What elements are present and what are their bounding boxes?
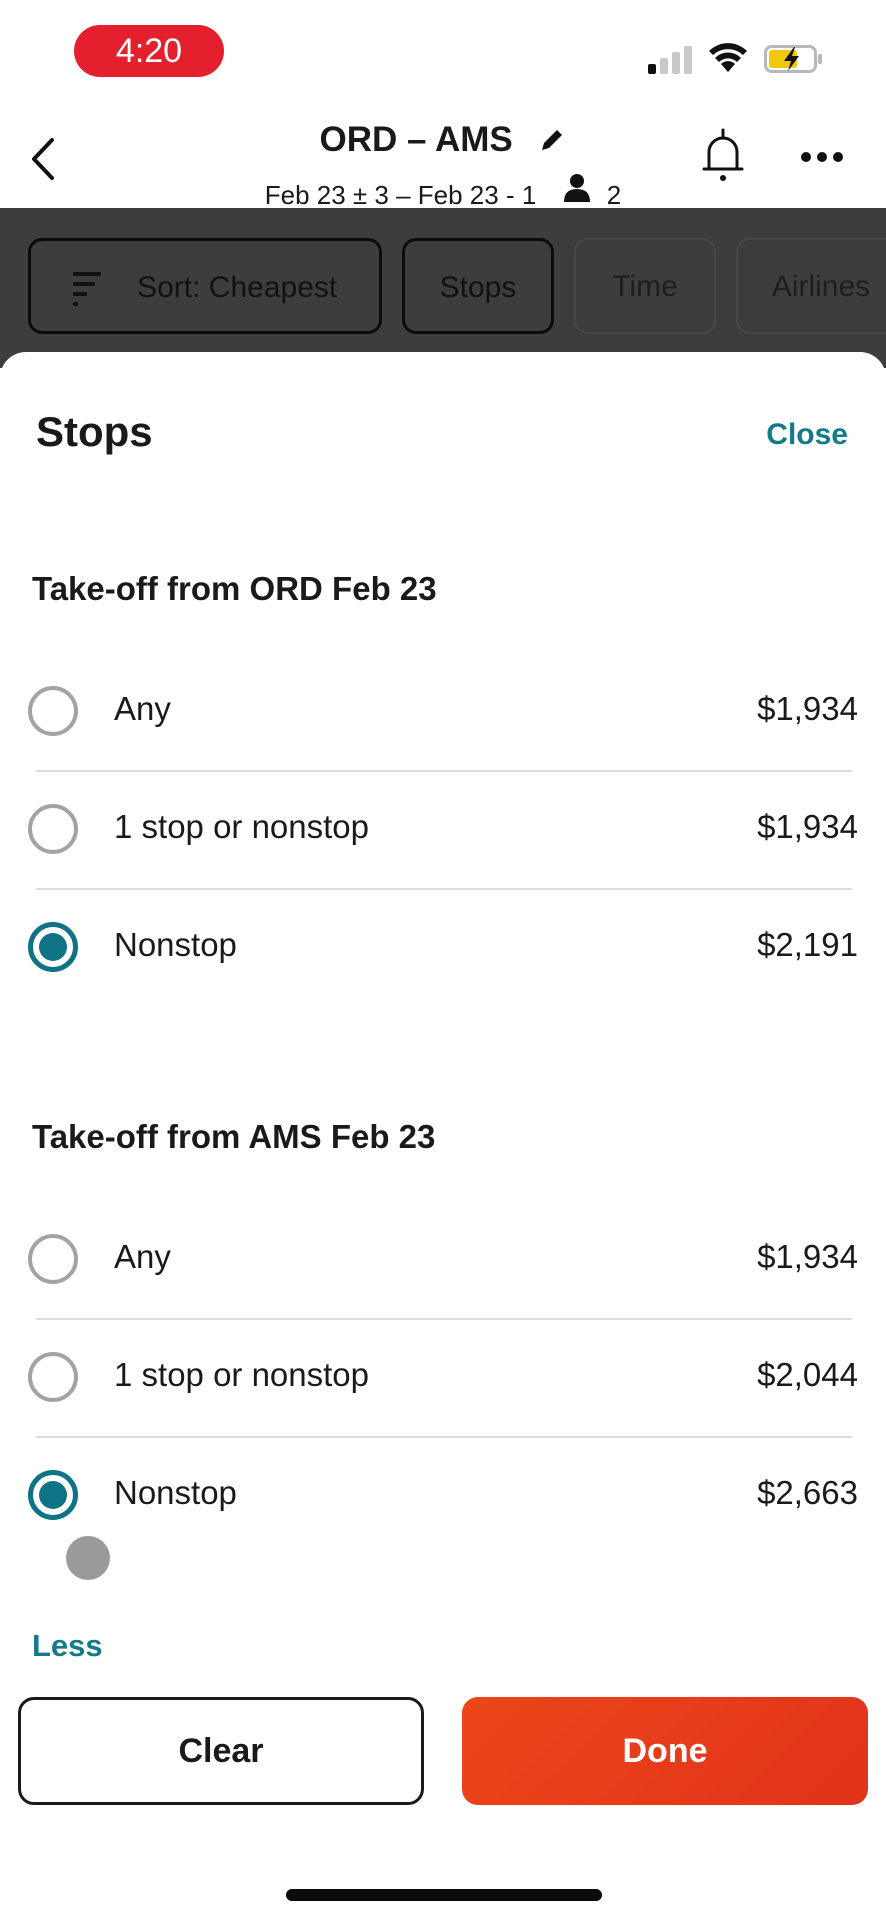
stops-bottom-sheet: Stops Close Take-off from ORD Feb 23 Any… <box>0 352 886 1920</box>
header: ORD – AMS Feb 23 ± 3 – Feb 23 - 1 2 <box>0 100 886 211</box>
option-price: $1,934 <box>757 690 858 727</box>
option-ord-1-stop[interactable]: 1 stop or nonstop $1,934 <box>28 770 858 888</box>
option-label: Any <box>114 1238 171 1275</box>
status-time: 4:20 <box>74 25 224 77</box>
done-button[interactable]: Done <box>462 1697 868 1805</box>
more-options-icon[interactable] <box>800 150 844 164</box>
passenger-count: 2 <box>606 179 622 210</box>
option-label: Nonstop <box>114 1474 237 1511</box>
option-ams-nonstop[interactable]: Nonstop $2,663 <box>28 1436 858 1554</box>
route-title-text: ORD – AMS <box>319 119 513 159</box>
option-price: $2,044 <box>757 1356 858 1393</box>
radio-button-selected[interactable] <box>28 1470 78 1520</box>
airlines-chip-label: Airlines <box>771 270 871 304</box>
trip-dates: Feb 23 ± 3 – Feb 23 - 1 <box>264 179 537 210</box>
close-button[interactable]: Close <box>766 418 848 452</box>
sort-chip[interactable]: Sort: Cheapest <box>28 238 382 334</box>
sort-icon <box>72 272 101 307</box>
radio-button[interactable] <box>28 804 78 854</box>
option-ams-any[interactable]: Any $1,934 <box>28 1200 858 1318</box>
touch-indicator <box>66 1536 110 1580</box>
option-price: $1,934 <box>757 808 858 845</box>
option-ams-1-stop[interactable]: 1 stop or nonstop $2,044 <box>28 1318 858 1436</box>
option-ord-any[interactable]: Any $1,934 <box>28 652 858 770</box>
sort-chip-label: Sort: Cheapest <box>137 271 338 305</box>
radio-button-selected[interactable] <box>28 922 78 972</box>
filter-bar: Sort: Cheapest Stops Time Airlines <box>0 208 886 368</box>
stops-chip[interactable]: Stops <box>402 238 554 334</box>
option-label: Nonstop <box>114 926 237 963</box>
option-label: 1 stop or nonstop <box>114 808 370 845</box>
wifi-icon <box>709 43 747 72</box>
time-chip[interactable]: Time <box>574 238 716 334</box>
route-title[interactable]: ORD – AMS <box>0 118 886 160</box>
option-label: 1 stop or nonstop <box>114 1356 370 1393</box>
clear-button[interactable]: Clear <box>18 1697 424 1805</box>
option-ord-nonstop[interactable]: Nonstop $2,191 <box>28 888 858 1006</box>
cellular-signal-icon <box>648 44 694 74</box>
radio-button[interactable] <box>28 686 78 736</box>
sheet-title: Stops <box>36 408 153 455</box>
radio-button[interactable] <box>28 1234 78 1284</box>
airlines-chip[interactable]: Airlines <box>736 238 886 334</box>
bell-icon[interactable] <box>700 128 746 184</box>
option-label: Any <box>114 690 171 727</box>
trip-details: Feb 23 ± 3 – Feb 23 - 1 2 <box>0 172 886 211</box>
time-chip-label: Time <box>612 270 678 304</box>
option-price: $2,191 <box>757 926 858 963</box>
home-indicator[interactable] <box>286 1889 602 1901</box>
radio-button[interactable] <box>28 1352 78 1402</box>
less-button[interactable]: Less <box>32 1628 103 1664</box>
status-bar: 4:20 <box>0 0 886 100</box>
person-icon <box>563 174 590 202</box>
stops-chip-label: Stops <box>439 271 517 305</box>
section-title-ams: Take-off from AMS Feb 23 <box>32 1118 436 1155</box>
battery-charging-icon <box>764 45 822 73</box>
option-price: $2,663 <box>757 1474 858 1511</box>
section-title-ord: Take-off from ORD Feb 23 <box>32 570 437 607</box>
option-price: $1,934 <box>757 1238 858 1275</box>
edit-icon[interactable] <box>538 126 566 154</box>
